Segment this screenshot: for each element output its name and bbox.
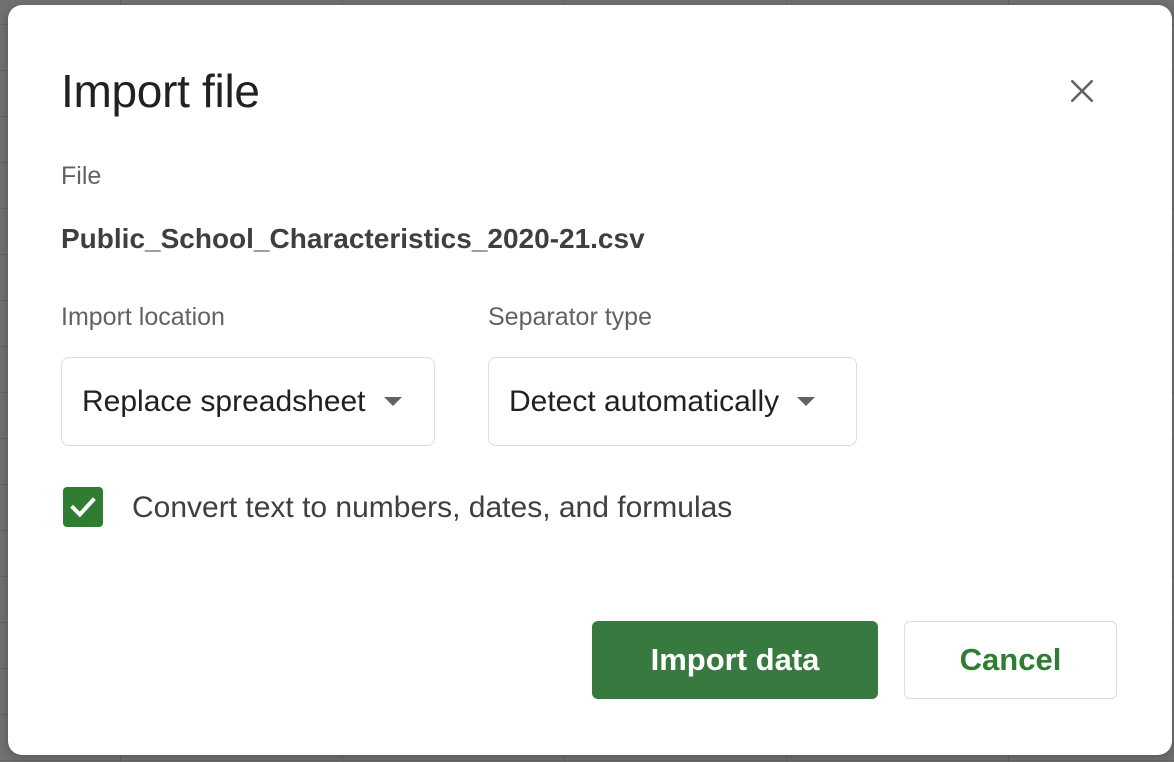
separator-type-value: Detect automatically [509, 384, 780, 418]
convert-text-checkbox[interactable] [63, 487, 103, 527]
import-data-button[interactable]: Import data [592, 621, 878, 699]
dialog-title: Import file [61, 65, 260, 117]
import-location-value: Replace spreadsheet [82, 384, 366, 418]
chevron-down-icon [383, 397, 402, 406]
import-file-dialog: Import file File Public_School_Character… [8, 5, 1172, 755]
close-icon [1070, 79, 1094, 103]
cancel-button[interactable]: Cancel [904, 621, 1117, 699]
import-location-dropdown[interactable]: Replace spreadsheet [61, 357, 435, 446]
separator-type-label: Separator type [488, 303, 652, 331]
chevron-down-icon [797, 397, 816, 406]
checkmark-icon [70, 497, 96, 518]
convert-text-label[interactable]: Convert text to numbers, dates, and form… [132, 489, 732, 527]
separator-type-dropdown[interactable]: Detect automatically [488, 357, 857, 446]
file-label: File [61, 162, 102, 190]
close-button[interactable] [1058, 67, 1106, 115]
import-location-label: Import location [61, 303, 225, 331]
file-name: Public_School_Characteristics_2020-21.cs… [61, 223, 645, 254]
